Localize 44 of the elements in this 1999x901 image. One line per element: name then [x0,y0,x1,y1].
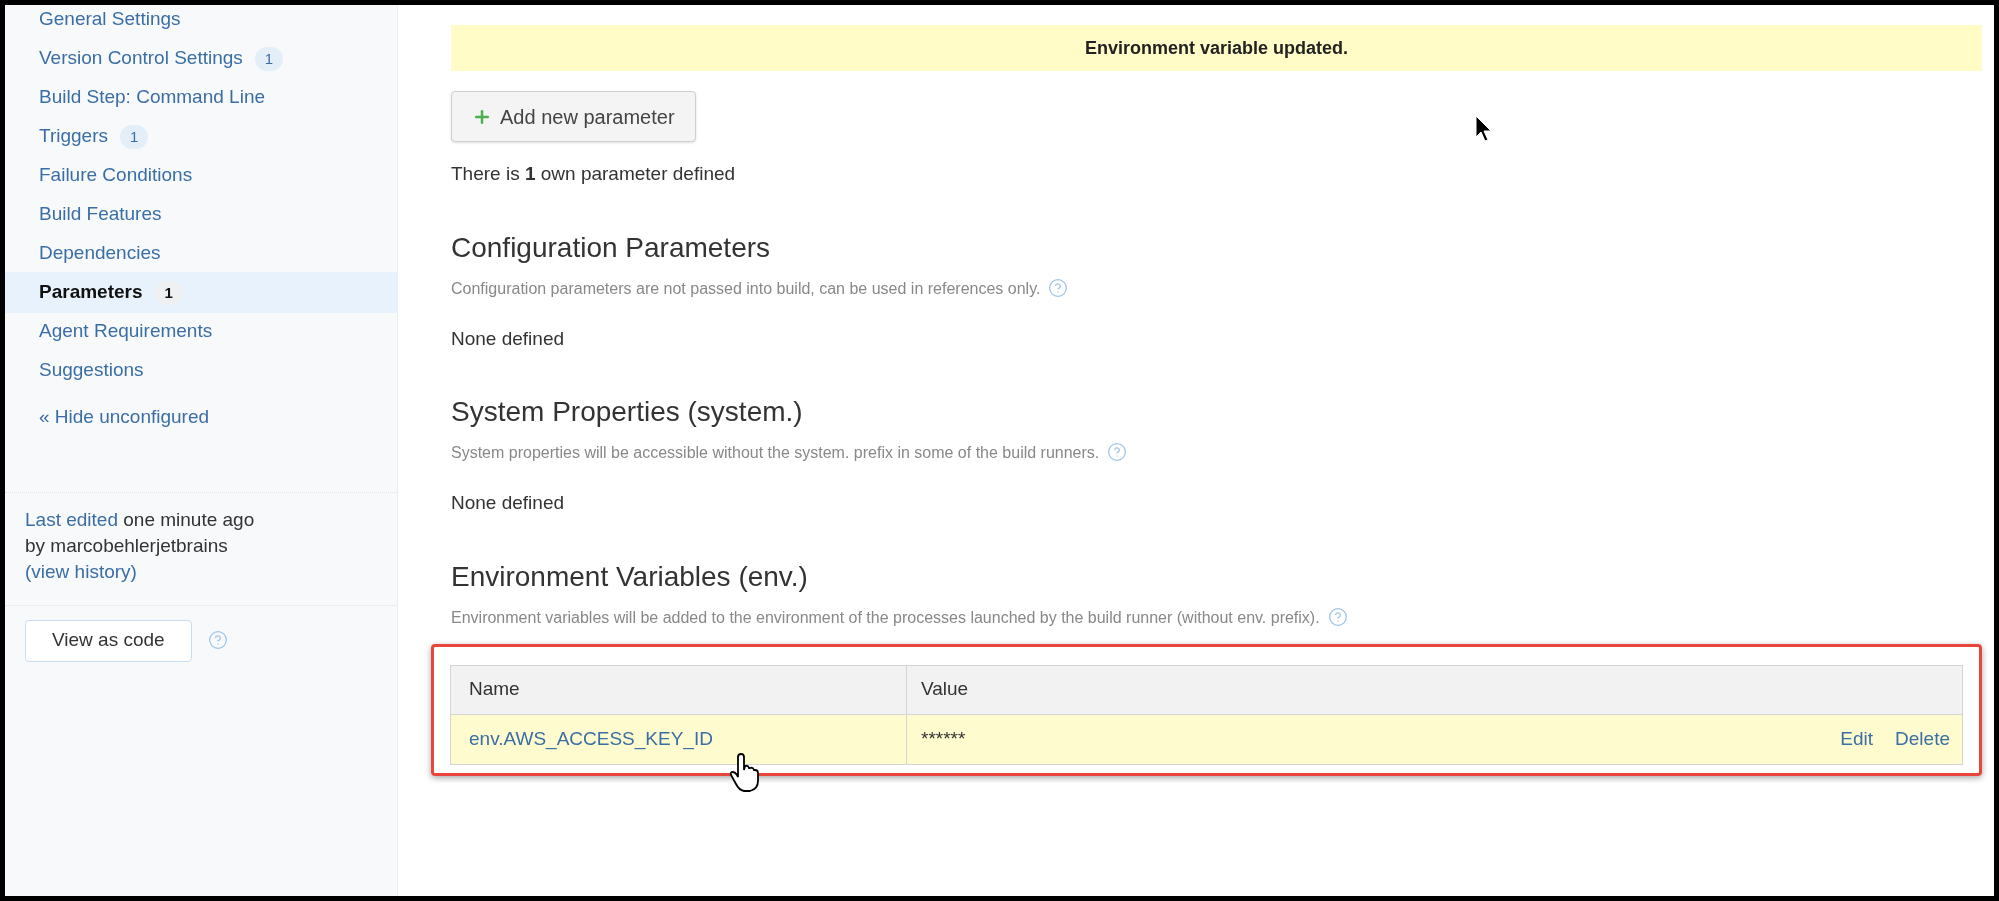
sidebar-item[interactable]: Build Step: Command Line [5,77,397,118]
view-history-link[interactable]: view history [31,560,131,582]
mouse-pointer-icon [1475,115,1493,143]
sidebar-item[interactable]: Suggestions [5,350,397,391]
paren-text: ( [25,560,32,582]
sidebar-item[interactable]: Triggers 1 [5,116,397,157]
paren-text: ) [130,560,137,582]
help-icon[interactable] [207,629,228,650]
help-icon[interactable] [1048,277,1069,298]
table-cell-text: ****** [920,726,967,751]
count-badge: 1 [254,46,284,71]
sidebar-item[interactable]: Failure Conditions [5,155,397,196]
row-action-link[interactable]: Delete [1895,724,1950,754]
section-description: System properties will be accessible without the system. prefix in some of the build runners. [451,437,1491,469]
help-icon[interactable] [1327,606,1348,627]
sidebar-item[interactable]: Dependencies [5,233,397,274]
help-icon[interactable] [1107,442,1128,462]
sidebar-item[interactable]: Agent Requirements [5,311,397,352]
last-edited-link[interactable]: Last edited [25,508,118,530]
notice-banner: Environment variable updated. [451,25,1982,71]
parameter-count-text: There is 1 own parameter defined [451,162,737,186]
section-description: Environment variables will be added to the environment of the processes launched by the build runner (without env. prefix). [451,601,1491,634]
empty-state-text: None defined [451,326,566,351]
last-edited-text: Last edited one minute ago [25,507,256,532]
section-description: Configuration parameters are not passed into build, can be used in references only. [451,272,1491,305]
section-heading: System Properties (system.) [451,395,804,429]
count-badge: 1 [154,280,183,305]
sidebar-item[interactable]: Build Features [5,194,397,235]
section-heading: Environment Variables (env.) [451,559,809,594]
hide-unconfigured-link[interactable]: « Hide unconfigured [39,403,397,432]
row-action-link[interactable]: Edit [1840,724,1874,754]
section-heading: Configuration Parameters [451,230,772,265]
add-parameter-button[interactable]: Add new parameter [451,91,696,142]
sidebar-item[interactable]: General Settings [5,5,397,40]
column-header: Value [920,677,970,702]
column-header: Name [451,665,907,714]
variable-name-link[interactable]: env.AWS_ACCESS_KEY_ID [469,724,713,754]
hand-pointer-icon [728,752,762,793]
empty-state-text: None defined [451,491,566,515]
sidebar-item[interactable]: Parameters 1 [5,272,397,313]
sidebar-item[interactable]: Version Control Settings 1 [5,38,397,79]
view-as-code-button[interactable]: View as code [25,619,192,662]
edited-by-text: by marcobehlerjetbrains [25,533,229,558]
count-badge: 1 [120,124,149,149]
